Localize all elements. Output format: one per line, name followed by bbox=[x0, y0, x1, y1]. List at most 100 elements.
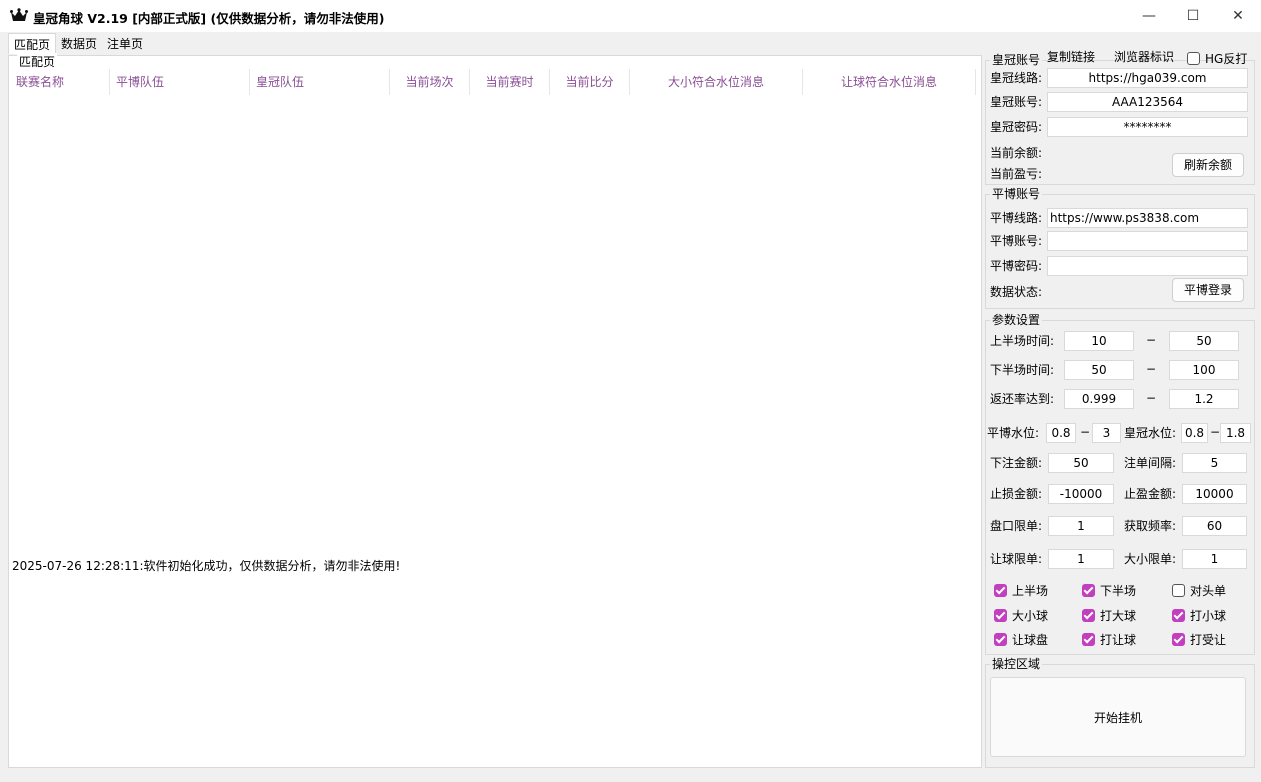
first-half-max-input[interactable]: 50 bbox=[1169, 331, 1239, 351]
checkbox-bet-under-box[interactable] bbox=[1172, 609, 1185, 622]
stake-input[interactable]: 50 bbox=[1048, 453, 1114, 473]
checkbox-over-under[interactable]: 大小球 bbox=[994, 607, 1048, 624]
crown-account-label: 皇冠账号: bbox=[990, 95, 1043, 109]
checkbox-head-to-head-box[interactable] bbox=[1172, 584, 1185, 597]
column-header-ou-odds[interactable]: 大小符合水位消息 bbox=[630, 69, 803, 95]
range-dash: − bbox=[1080, 425, 1091, 439]
checkbox-second-half-box[interactable] bbox=[1082, 584, 1095, 597]
checkbox-bet-favorite-box[interactable] bbox=[1082, 633, 1095, 646]
checkbox-handicap-label: 让球盘 bbox=[1012, 633, 1049, 647]
fetch-rate-input[interactable]: 60 bbox=[1182, 516, 1247, 536]
checkbox-bet-favorite-label: 打让球 bbox=[1100, 633, 1137, 647]
take-profit-input[interactable]: 10000 bbox=[1182, 484, 1247, 504]
rebate-min-input[interactable]: 0.999 bbox=[1064, 389, 1134, 409]
handicap-limit-label: 让球限单: bbox=[990, 552, 1043, 566]
hg-odds-max-input[interactable]: 1.8 bbox=[1220, 423, 1251, 443]
crown-password-input[interactable]: ******** bbox=[1047, 117, 1248, 137]
checkbox-bet-under[interactable]: 打小球 bbox=[1172, 607, 1226, 624]
log-message: 2025-07-26 12:28:11:软件初始化成功，仅供数据分析，请勿非法使… bbox=[12, 559, 401, 573]
handicap-limit-input[interactable]: 1 bbox=[1048, 549, 1114, 569]
stake-label: 下注金额: bbox=[990, 456, 1043, 470]
second-half-label: 下半场时间: bbox=[990, 363, 1055, 377]
checkbox-handicap[interactable]: 让球盘 bbox=[994, 631, 1048, 648]
pb-odds-max-input[interactable]: 3 bbox=[1092, 423, 1121, 443]
checkbox-bet-underdog-box[interactable] bbox=[1172, 633, 1185, 646]
stop-loss-label: 止损金额: bbox=[990, 487, 1043, 501]
first-half-label: 上半场时间: bbox=[990, 334, 1055, 348]
market-limit-input[interactable]: 1 bbox=[1048, 516, 1114, 536]
ou-limit-input[interactable]: 1 bbox=[1182, 549, 1247, 569]
hg-reverse-box[interactable] bbox=[1187, 52, 1200, 65]
ou-limit-label: 大小限单: bbox=[1124, 552, 1177, 566]
copy-link[interactable]: 复制链接 bbox=[1047, 49, 1095, 65]
title-bar: 皇冠角球 V2.19 [内部正式版] (仅供数据分析，请勿非法使用) — ☐ ✕ bbox=[0, 0, 1261, 32]
pb-odds-min-input[interactable]: 0.8 bbox=[1046, 423, 1076, 443]
start-button-label: 开始挂机 bbox=[1093, 710, 1142, 725]
pinnacle-account-label: 平博账号: bbox=[990, 234, 1043, 248]
minimize-icon: — bbox=[1142, 8, 1156, 24]
crown-account-legend: 皇冠账号 bbox=[990, 53, 1043, 67]
browser-mark[interactable]: 浏览器标识 bbox=[1114, 49, 1174, 65]
close-button[interactable]: ✕ bbox=[1215, 0, 1261, 32]
checkbox-first-half[interactable]: 上半场 bbox=[994, 582, 1048, 599]
tab-data[interactable]: 数据页 bbox=[56, 33, 102, 54]
column-header-crown-team[interactable]: 皇冠队伍 bbox=[250, 69, 390, 95]
column-header-score[interactable]: 当前比分 bbox=[550, 69, 630, 95]
rebate-max-input[interactable]: 1.2 bbox=[1169, 389, 1239, 409]
pinnacle-line-label: 平博线路: bbox=[990, 211, 1043, 225]
column-header-handicap-odds[interactable]: 让球符合水位消息 bbox=[803, 69, 976, 95]
checkbox-bet-over-label: 打大球 bbox=[1100, 609, 1137, 623]
crown-line-label: 皇冠线路: bbox=[990, 71, 1043, 85]
crown-password-label: 皇冠密码: bbox=[990, 120, 1043, 134]
hg-reverse-checkbox[interactable]: HG反打 bbox=[1187, 50, 1247, 67]
crown-account-input[interactable]: AAA123564 bbox=[1047, 92, 1248, 112]
checkbox-bet-under-label: 打小球 bbox=[1190, 609, 1227, 623]
hg-reverse-label: HG反打 bbox=[1205, 52, 1248, 66]
checkbox-first-half-label: 上半场 bbox=[1012, 584, 1049, 598]
checkbox-handicap-box[interactable] bbox=[994, 633, 1007, 646]
tab-match[interactable]: 匹配页 bbox=[8, 33, 57, 54]
minimize-button[interactable]: — bbox=[1126, 0, 1172, 32]
maximize-button[interactable]: ☐ bbox=[1170, 0, 1216, 32]
take-profit-label: 止盈金额: bbox=[1124, 487, 1177, 501]
checkbox-bet-over[interactable]: 打大球 bbox=[1082, 607, 1136, 624]
start-button[interactable]: 开始挂机 bbox=[990, 677, 1246, 757]
match-page-panel: 匹配页 联赛名称 平博队伍 皇冠队伍 当前场次 当前赛时 当前比分 大小符合水位… bbox=[8, 53, 982, 768]
crown-line-input[interactable]: https://hga039.com bbox=[1047, 68, 1248, 88]
checkbox-over-under-box[interactable] bbox=[994, 609, 1007, 622]
checkbox-bet-over-box[interactable] bbox=[1082, 609, 1095, 622]
pinnacle-login-button[interactable]: 平博登录 bbox=[1172, 278, 1244, 302]
checkbox-over-under-label: 大小球 bbox=[1012, 609, 1049, 623]
column-header-league[interactable]: 联赛名称 bbox=[10, 69, 110, 95]
checkbox-head-to-head[interactable]: 对头单 bbox=[1172, 582, 1226, 599]
column-header-match-time[interactable]: 当前赛时 bbox=[470, 69, 550, 95]
column-header-current-match[interactable]: 当前场次 bbox=[390, 69, 470, 95]
checkbox-first-half-box[interactable] bbox=[994, 584, 1007, 597]
checkbox-head-to-head-label: 对头单 bbox=[1190, 584, 1227, 598]
column-header-pinnacle-team[interactable]: 平博队伍 bbox=[110, 69, 250, 95]
checkbox-second-half[interactable]: 下半场 bbox=[1082, 582, 1136, 599]
interval-input[interactable]: 5 bbox=[1182, 453, 1247, 473]
pb-odds-label: 平博水位: bbox=[987, 426, 1040, 440]
first-half-min-input[interactable]: 10 bbox=[1064, 331, 1134, 351]
pinnacle-line-input[interactable]: https://www.ps3838.com bbox=[1047, 208, 1248, 228]
checkbox-second-half-label: 下半场 bbox=[1100, 584, 1137, 598]
range-dash: − bbox=[1146, 391, 1157, 405]
second-half-max-input[interactable]: 100 bbox=[1169, 360, 1239, 380]
tab-orders[interactable]: 注单页 bbox=[102, 33, 148, 54]
hg-odds-min-input[interactable]: 0.8 bbox=[1181, 423, 1208, 443]
stop-loss-input[interactable]: -10000 bbox=[1048, 484, 1114, 504]
range-dash: − bbox=[1146, 362, 1157, 376]
pinnacle-account-input[interactable] bbox=[1047, 231, 1248, 251]
refresh-balance-button[interactable]: 刷新余额 bbox=[1172, 153, 1244, 177]
checkbox-bet-favorite[interactable]: 打让球 bbox=[1082, 631, 1136, 648]
hg-odds-label: 皇冠水位: bbox=[1124, 426, 1177, 440]
second-half-min-input[interactable]: 50 bbox=[1064, 360, 1134, 380]
pinnacle-account-legend: 平博账号 bbox=[990, 187, 1043, 201]
checkbox-bet-underdog[interactable]: 打受让 bbox=[1172, 631, 1226, 648]
maximize-icon: ☐ bbox=[1186, 8, 1200, 24]
crown-icon bbox=[10, 8, 28, 21]
range-dash: − bbox=[1146, 333, 1157, 347]
pinnacle-password-input[interactable] bbox=[1047, 256, 1248, 276]
pinnacle-password-label: 平博密码: bbox=[990, 259, 1043, 273]
